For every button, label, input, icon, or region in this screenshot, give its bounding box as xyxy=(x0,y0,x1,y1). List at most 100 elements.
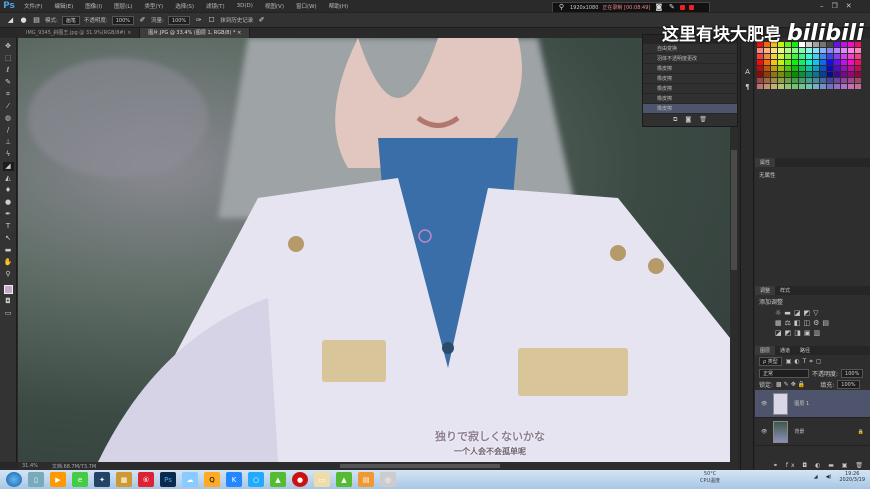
clock-date[interactable]: 2020/3/19 xyxy=(839,477,865,483)
color-swatch[interactable] xyxy=(820,84,826,89)
color-swatch[interactable] xyxy=(792,84,798,89)
color-swatch[interactable] xyxy=(855,66,861,71)
taskbar-app-icon[interactable]: e xyxy=(72,472,88,487)
color-swatch[interactable] xyxy=(799,60,805,65)
color-swatch[interactable] xyxy=(792,72,798,77)
pen-tool-icon[interactable]: ✒ xyxy=(3,210,14,219)
eraser-tool-icon[interactable]: ◢ xyxy=(6,16,15,25)
visibility-eye-icon[interactable]: 👁 xyxy=(761,401,767,407)
menu-help[interactable]: 帮助(H) xyxy=(323,2,354,10)
layer-filter-select[interactable]: ρ 类型 xyxy=(759,357,782,366)
color-swatch[interactable] xyxy=(834,72,840,77)
color-swatch[interactable] xyxy=(855,54,861,59)
taskbar-record-icon[interactable]: ● xyxy=(292,472,308,487)
taskbar-app-icon[interactable]: ▶ xyxy=(50,472,66,487)
history-item[interactable]: 羽体不透明度更改 xyxy=(643,54,737,64)
color-swatch[interactable] xyxy=(806,48,812,53)
color-swatch[interactable] xyxy=(806,78,812,83)
tab-adjustments[interactable]: 调整 xyxy=(755,286,776,295)
color-swatch[interactable] xyxy=(799,84,805,89)
taskbar-app-icon[interactable]: ◎ xyxy=(380,472,396,487)
horizontal-scroll-thumb[interactable] xyxy=(340,464,500,468)
taskbar-folder-icon[interactable]: ▭ xyxy=(314,472,330,487)
foreground-color-swatch[interactable] xyxy=(3,285,13,294)
color-swatch[interactable] xyxy=(771,78,777,83)
color-swatch[interactable] xyxy=(799,72,805,77)
color-swatch[interactable] xyxy=(764,60,770,65)
tab-styles[interactable]: 样式 xyxy=(775,286,795,295)
color-swatch[interactable] xyxy=(771,60,777,65)
menu-view[interactable]: 视图(V) xyxy=(259,2,290,10)
eraser-tool-icon[interactable]: ◢ xyxy=(2,162,14,171)
layer-name[interactable]: 背景 xyxy=(794,428,804,435)
taskbar-app-icon[interactable]: ▤ xyxy=(358,472,374,487)
color-swatch[interactable] xyxy=(771,48,777,53)
color-swatch[interactable] xyxy=(792,78,798,83)
pen-icon[interactable]: ✎ xyxy=(667,3,676,12)
color-swatch[interactable] xyxy=(827,48,833,53)
taskbar-app-icon[interactable]: ▲ xyxy=(336,472,352,487)
opacity-input[interactable]: 100% xyxy=(111,15,135,25)
brush-preset-icon[interactable]: ● xyxy=(19,16,28,25)
color-swatch[interactable] xyxy=(841,66,847,71)
taskbar-qq-icon[interactable]: Q xyxy=(204,472,220,487)
menu-window[interactable]: 窗口(W) xyxy=(290,2,323,10)
color-swatch[interactable] xyxy=(813,48,819,53)
history-item-selected[interactable]: 橡皮擦 xyxy=(643,104,737,114)
taskbar-app-icon[interactable]: K xyxy=(226,472,242,487)
color-swatch[interactable] xyxy=(848,60,854,65)
menu-edit[interactable]: 编辑(E) xyxy=(48,2,79,10)
minimize-icon[interactable]: – xyxy=(820,2,824,10)
color-swatch[interactable] xyxy=(785,72,791,77)
trash-icon[interactable]: 🗑 xyxy=(699,116,707,124)
color-swatch[interactable] xyxy=(820,60,826,65)
zoom-tool-icon[interactable]: ⚲ xyxy=(3,270,14,279)
color-swatch[interactable] xyxy=(848,48,854,53)
bucket-tool-icon[interactable]: ◭ xyxy=(3,174,14,183)
color-swatch[interactable] xyxy=(799,78,805,83)
color-swatch[interactable] xyxy=(757,84,763,89)
color-swatch[interactable] xyxy=(841,72,847,77)
history-brush-tool-icon[interactable]: ϟ xyxy=(3,150,14,159)
tab-doc-1[interactable]: IMG_9345_斜图王.jpg @ 31.9%(RGB/8#) × xyxy=(18,28,141,38)
color-swatch[interactable] xyxy=(785,78,791,83)
menu-filter[interactable]: 滤镜(T) xyxy=(200,2,231,10)
properties-title[interactable]: 属性 xyxy=(755,158,776,167)
zoom-level[interactable]: 31.4% xyxy=(22,463,38,469)
color-swatch[interactable] xyxy=(799,66,805,71)
color-swatch[interactable] xyxy=(834,66,840,71)
color-swatch[interactable] xyxy=(820,54,826,59)
vertical-scroll-thumb[interactable] xyxy=(731,150,737,270)
layer-filter-icons[interactable]: ▣◐T⌗▢ xyxy=(786,358,825,366)
screen-mode-icon[interactable]: ▭ xyxy=(3,309,14,318)
color-swatch[interactable] xyxy=(855,78,861,83)
color-swatch[interactable] xyxy=(778,72,784,77)
color-swatch[interactable] xyxy=(764,48,770,53)
menu-select[interactable]: 选择(S) xyxy=(169,2,200,10)
new-document-from-state-icon[interactable]: ⧉ xyxy=(673,116,677,124)
color-swatch[interactable] xyxy=(827,84,833,89)
taskbar-app-icon[interactable]: ⑥ xyxy=(138,472,154,487)
taskbar-app-icon[interactable]: ▲ xyxy=(270,472,286,487)
color-swatch[interactable] xyxy=(841,78,847,83)
color-swatch[interactable] xyxy=(771,84,777,89)
color-swatch[interactable] xyxy=(834,54,840,59)
color-swatch[interactable] xyxy=(764,66,770,71)
color-swatch[interactable] xyxy=(785,84,791,89)
color-swatch[interactable] xyxy=(778,54,784,59)
color-swatch[interactable] xyxy=(771,66,777,71)
color-swatch[interactable] xyxy=(834,84,840,89)
color-swatch[interactable] xyxy=(778,66,784,71)
color-swatch[interactable] xyxy=(827,78,833,83)
search-icon[interactable]: ⚲ xyxy=(557,3,566,12)
pause-record-button[interactable] xyxy=(680,5,686,10)
color-swatch[interactable] xyxy=(757,78,763,83)
color-swatch[interactable] xyxy=(820,66,826,71)
flow-input[interactable]: 100% xyxy=(167,15,191,25)
pressure-opacity-icon[interactable]: ✐ xyxy=(138,16,147,25)
dodge-tool-icon[interactable]: ● xyxy=(3,198,14,207)
color-swatch[interactable] xyxy=(792,60,798,65)
history-item[interactable]: 橡皮擦 xyxy=(643,84,737,94)
color-swatch[interactable] xyxy=(764,54,770,59)
stamp-tool-icon[interactable]: ⊥ xyxy=(3,138,14,147)
